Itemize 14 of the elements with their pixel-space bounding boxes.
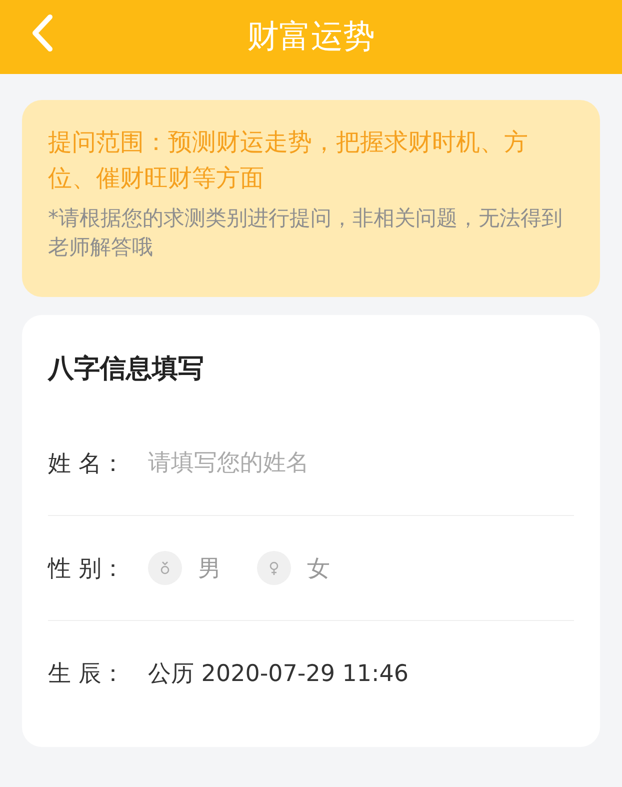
question-scope-text: 提问范围：预测财运走势，把握求财时机、方位、催财旺财等方面 — [48, 127, 529, 194]
birth-datetime-value[interactable]: 公历 2020-07-29 11:46 — [148, 658, 409, 688]
gender-option[interactable]: 女 — [257, 551, 330, 585]
page-title: 财富运势 — [247, 16, 375, 57]
name-input-field[interactable]: 请填写您的姓名 — [148, 450, 574, 476]
female-symbol-icon — [257, 551, 291, 585]
back-icon[interactable] — [30, 14, 54, 52]
field-label: 性 别： — [48, 554, 126, 584]
field-label: 姓 名： — [48, 450, 126, 478]
gender-option[interactable]: 男 — [148, 551, 221, 585]
male-symbol-icon — [148, 551, 182, 585]
hint-text: *请根据您的求测类别进行提问，非相关问题，无法得到老师解答哦 — [48, 205, 564, 261]
field-label: 生 辰： — [48, 660, 126, 688]
form-title: 八字信息填写 — [48, 353, 205, 386]
